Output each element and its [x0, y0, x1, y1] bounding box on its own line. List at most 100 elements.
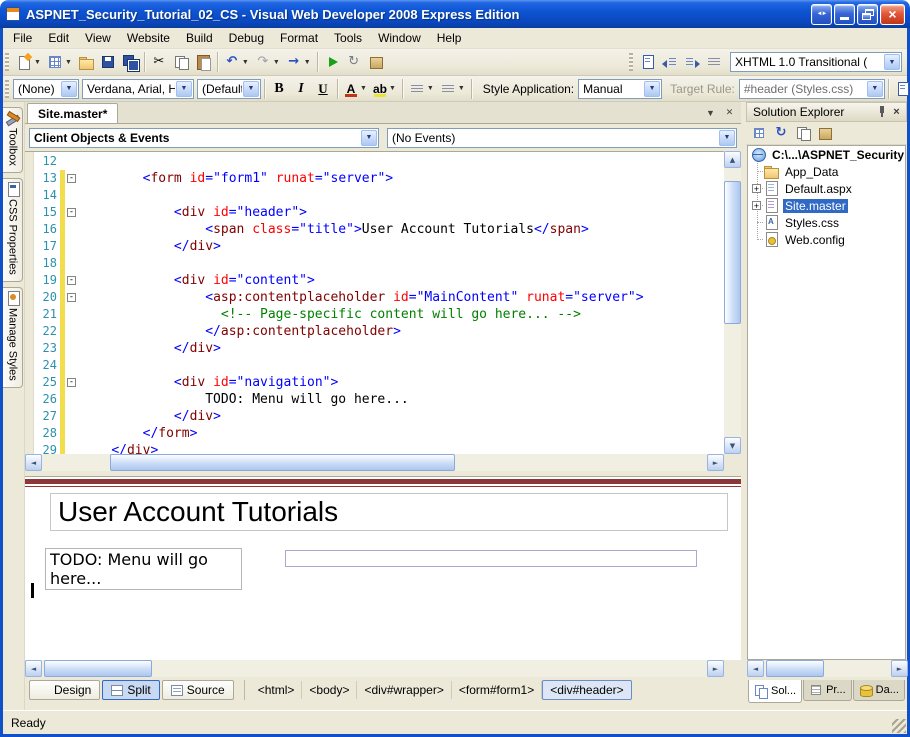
tag-form-form1[interactable]: <form#form1> [452, 681, 542, 699]
code-horizontal-scrollbar[interactable]: ◄ ► [25, 454, 741, 471]
new-style-button[interactable] [892, 78, 910, 100]
document-outline-button[interactable] [637, 51, 659, 73]
toolbar-grip[interactable] [5, 80, 9, 98]
save-button[interactable] [97, 51, 119, 73]
aspnet-configuration-button[interactable] [814, 123, 836, 143]
tree-item-project-root[interactable]: C:\...\ASPNET_Security [748, 146, 905, 163]
chevron-down-icon[interactable]: ▼ [61, 81, 77, 97]
design-horizontal-scrollbar[interactable]: ◄ ► [25, 660, 741, 677]
tree-item-styles-css[interactable]: Styles.css [748, 214, 905, 231]
target-rule-select[interactable]: #header (Styles.css) ▼ [739, 79, 885, 99]
tree-item-site-master[interactable]: + Site.master [748, 197, 905, 214]
resize-grip[interactable] [892, 719, 906, 733]
font-size-select[interactable]: (Default) ▼ [197, 79, 261, 99]
active-files-dropdown-button[interactable]: ▼ [703, 105, 718, 120]
fold-toggle-icon[interactable]: - [67, 378, 76, 387]
solution-explorer-header[interactable]: Solution Explorer × [746, 102, 907, 122]
font-color-button[interactable]: A▼ [341, 78, 370, 100]
auto-hide-pin-button[interactable] [874, 105, 889, 119]
cut-button[interactable]: ✂ [148, 51, 170, 73]
chevron-down-icon[interactable]: ▼ [867, 81, 883, 97]
menu-item-debug[interactable]: Debug [221, 29, 272, 47]
expander-icon[interactable]: + [752, 201, 761, 210]
horizontal-scroll-thumb[interactable] [44, 660, 152, 677]
bold-button[interactable]: B [268, 78, 290, 100]
window-arrows-button[interactable]: ◄► [811, 4, 832, 25]
design-view[interactable]: User Account Tutorials TODO: Menu will g… [25, 476, 741, 660]
menu-item-tools[interactable]: Tools [326, 29, 370, 47]
sidebar-tab-manage-styles[interactable]: Manage Styles [3, 287, 23, 388]
fold-toggle-icon[interactable]: - [67, 174, 76, 183]
properties-button[interactable] [748, 123, 770, 143]
design-navigation-div[interactable]: TODO: Menu will go here... [45, 548, 242, 590]
close-document-button[interactable]: ✕ [722, 105, 737, 120]
tab-solution-explorer[interactable]: Sol... [748, 680, 802, 703]
undo-button[interactable]: ↶▼ [221, 51, 252, 73]
style-application-select[interactable]: Manual ▼ [578, 79, 662, 99]
toolbar-grip[interactable] [629, 53, 633, 71]
code-vertical-scrollbar[interactable]: ▲ ▼ [724, 151, 741, 454]
refresh-button[interactable]: ↻ [343, 51, 365, 73]
source-code-view[interactable]: 1213- <form id="form1" runat="server">14… [25, 151, 724, 454]
formatting-lines-button[interactable] [703, 51, 725, 73]
panel-horizontal-scrollbar[interactable]: ◄ ► [747, 660, 908, 677]
close-button[interactable]: × [880, 4, 905, 25]
tag-html[interactable]: <html> [251, 681, 303, 699]
italic-button[interactable]: I [290, 78, 312, 100]
menu-item-website[interactable]: Website [119, 29, 178, 47]
toolbox-package-button[interactable] [365, 51, 387, 73]
scroll-right-button[interactable]: ► [707, 660, 724, 677]
horizontal-scroll-thumb[interactable] [110, 454, 455, 471]
minimize-button[interactable] [834, 4, 855, 25]
sidebar-tab-toolbox[interactable]: Toolbox [3, 107, 23, 173]
scroll-right-button[interactable]: ► [891, 660, 908, 677]
tag-div-wrapper[interactable]: <div#wrapper> [357, 681, 451, 699]
menu-item-help[interactable]: Help [429, 29, 470, 47]
close-panel-button[interactable]: × [889, 105, 904, 119]
split-view-button[interactable]: Split [102, 680, 159, 700]
scroll-down-button[interactable]: ▼ [724, 437, 741, 454]
horizontal-scroll-thumb[interactable] [766, 660, 824, 677]
increase-indent-button[interactable] [681, 51, 703, 73]
fold-toggle-icon[interactable]: - [67, 208, 76, 217]
chevron-down-icon[interactable]: ▼ [644, 81, 660, 97]
highlight-button[interactable]: ab▼ [370, 78, 399, 100]
decrease-indent-button[interactable] [659, 51, 681, 73]
document-tab-site-master[interactable]: Site.master* [27, 103, 118, 123]
object-dropdown[interactable]: Client Objects & Events ▼ [29, 128, 379, 148]
font-family-select[interactable]: Verdana, Arial, Hel ▼ [82, 79, 194, 99]
tree-item-app-data[interactable]: App_Data [748, 163, 905, 180]
copy-button[interactable] [170, 51, 192, 73]
design-contentplaceholder[interactable] [285, 550, 697, 567]
sidebar-tab-css-properties[interactable]: CSS Properties [3, 178, 23, 282]
scroll-right-button[interactable]: ► [707, 454, 724, 471]
source-view-button[interactable]: Source [162, 680, 234, 700]
toolbar-grip[interactable] [5, 53, 9, 71]
target-style-select[interactable]: (None) ▼ [13, 79, 79, 99]
scroll-left-button[interactable]: ◄ [25, 660, 42, 677]
open-file-button[interactable] [75, 51, 97, 73]
chevron-down-icon[interactable]: ▼ [176, 81, 192, 97]
menu-item-view[interactable]: View [77, 29, 119, 47]
tab-properties[interactable]: Pr... [803, 680, 852, 701]
expander-icon[interactable]: + [752, 184, 761, 193]
add-new-item-button[interactable]: ▼ [44, 51, 75, 73]
save-all-button[interactable] [119, 51, 141, 73]
chevron-down-icon[interactable]: ▼ [719, 130, 735, 146]
fold-toggle-icon[interactable]: - [67, 276, 76, 285]
scroll-up-button[interactable]: ▲ [724, 151, 741, 168]
tag-body[interactable]: <body> [302, 681, 357, 699]
copy-website-button[interactable] [792, 123, 814, 143]
navigate-button[interactable]: →▼ [283, 51, 314, 73]
fold-toggle-icon[interactable]: - [67, 293, 76, 302]
tree-item-web-config[interactable]: Web.config [748, 231, 905, 248]
event-dropdown[interactable]: (No Events) ▼ [387, 128, 737, 148]
menu-item-edit[interactable]: Edit [40, 29, 77, 47]
doctype-select[interactable]: XHTML 1.0 Transitional ( ▼ [730, 52, 902, 72]
refresh-button[interactable]: ↻ [770, 123, 792, 143]
redo-button[interactable]: ↷▼ [252, 51, 283, 73]
restore-button[interactable] [857, 4, 878, 25]
chevron-down-icon[interactable]: ▼ [361, 130, 377, 146]
vertical-scroll-thumb[interactable] [724, 181, 741, 324]
menu-item-window[interactable]: Window [370, 29, 429, 47]
